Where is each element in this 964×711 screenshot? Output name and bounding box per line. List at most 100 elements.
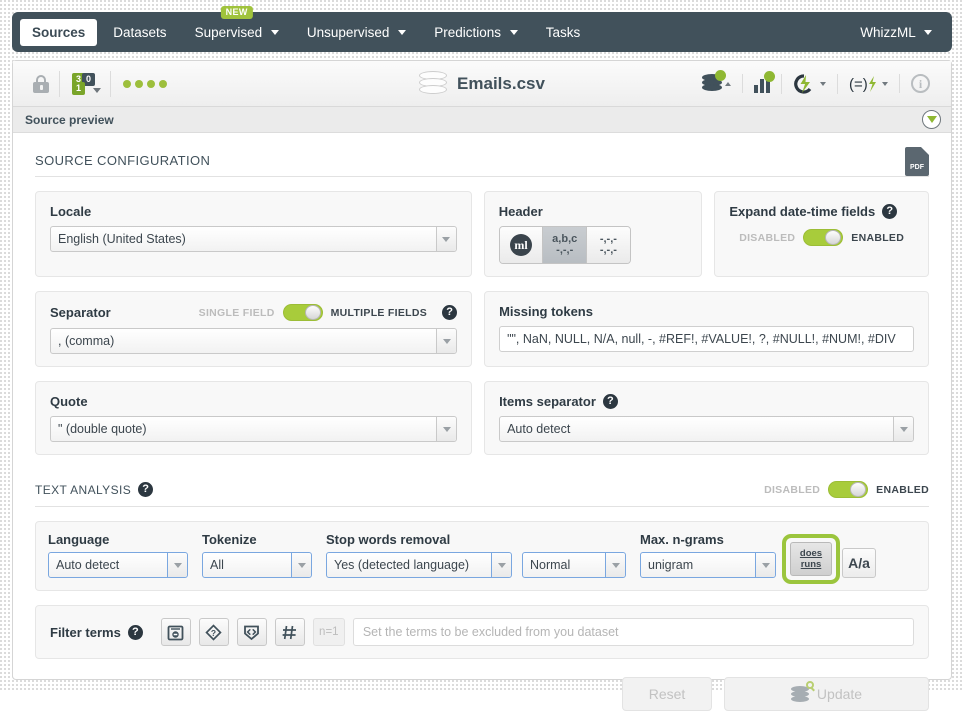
chevron-down-icon — [436, 417, 457, 441]
database-gear-icon — [702, 70, 726, 93]
missing-tokens-input[interactable]: "", NaN, NULL, N/A, null, -, #REF!, #VAL… — [499, 326, 914, 352]
nav-item-whizzml[interactable]: WhizzML — [848, 19, 944, 46]
header-option-bottom: -,-,- — [599, 244, 617, 256]
header-option-no-header[interactable]: -,-,- -,-,- — [586, 227, 630, 263]
stop-words-select[interactable]: Yes (detected language) — [326, 552, 512, 578]
quote-value: " (double quote) — [58, 422, 147, 436]
quote-select[interactable]: " (double quote) — [50, 416, 458, 442]
source-configuration-header: SOURCE CONFIGURATION PDF — [35, 147, 929, 177]
toggle-off-label: DISABLED — [739, 231, 796, 244]
nav-item-sources[interactable]: Sources — [20, 18, 98, 46]
nav-item-unsupervised[interactable]: Unsupervised — [295, 19, 418, 46]
bar-chart-gear-icon — [754, 71, 775, 93]
nav-item-predictions[interactable]: Predictions — [422, 19, 530, 46]
chevron-down-icon — [491, 553, 511, 577]
export-pdf-button[interactable]: PDF — [905, 147, 929, 176]
header-segmented-control: ml a,b,c -,-,- -,-,- -,-,- — [498, 226, 631, 264]
stop-words-strength-select[interactable]: Normal — [522, 552, 626, 578]
expand-datetime-text: Expand date-time fields — [729, 204, 876, 219]
text-analysis-toggle[interactable] — [828, 481, 869, 498]
stemming-line-1: does — [799, 548, 823, 559]
stop-words-col: Stop words removal Yes (detected languag… — [326, 532, 626, 578]
nav-item-label: Tasks — [545, 24, 581, 40]
text-analysis-header: TEXT ANALYSIS ? DISABLED ENABLED — [35, 481, 929, 507]
numeric-terms-filter-button[interactable] — [274, 618, 305, 646]
update-button[interactable]: Update — [724, 677, 929, 711]
unknown-terms-filter-button[interactable]: ? — [198, 618, 229, 646]
form-footer: Reset Update — [35, 677, 929, 711]
header-option-with-header[interactable]: a,b,c -,-,- — [542, 227, 587, 263]
missing-tokens-value: "", NaN, NULL, N/A, null, -, #REF!, #VAL… — [507, 332, 896, 346]
chevron-up-icon — [725, 81, 731, 86]
info-button[interactable]: i — [899, 74, 941, 93]
nav-item-tasks[interactable]: Tasks — [534, 19, 593, 46]
stop-words-label: Stop words removal — [326, 532, 451, 547]
header-option-auto[interactable]: ml — [499, 227, 543, 263]
svg-text:?: ? — [211, 628, 216, 638]
tokenize-col: Tokenize All — [202, 532, 312, 578]
stopwords-filter-button[interactable] — [160, 618, 191, 646]
items-separator-card: Items separator ? Auto detect — [484, 381, 929, 455]
stopwords-filter-icon — [167, 625, 184, 640]
chart-button[interactable] — [742, 71, 781, 93]
help-icon[interactable]: ? — [127, 624, 143, 640]
field-types-icon[interactable]: 3 0 1 — [70, 72, 101, 95]
help-icon[interactable]: ? — [882, 204, 898, 219]
chevron-down-icon — [509, 30, 518, 36]
tokenize-label: Tokenize — [202, 532, 257, 547]
separator-card: Separator SINGLE FIELD MULTIPLE FIELDS ?… — [35, 291, 473, 367]
nav-item-datasets[interactable]: Datasets — [101, 19, 178, 46]
html-tags-filter-button[interactable] — [236, 618, 267, 646]
tokenize-select[interactable]: All — [202, 552, 312, 578]
items-separator-text: Items separator — [499, 394, 596, 409]
expand-datetime-toggle-wrap: DISABLED ENABLED — [729, 229, 914, 246]
language-value: Auto detect — [56, 558, 120, 572]
expand-preview-button[interactable] — [922, 110, 941, 129]
max-ngrams-col: Max. n-grams unigram — [640, 532, 776, 578]
max-ngrams-label: Max. n-grams — [640, 532, 724, 547]
status-dots — [123, 79, 167, 88]
numeric-terms-filter-icon — [282, 625, 297, 639]
resource-actions: (=) i — [691, 70, 941, 94]
stemming-button[interactable]: does runs — [790, 542, 832, 576]
separator-toggle[interactable] — [282, 304, 323, 321]
filter-terms-text: Filter terms — [50, 624, 121, 640]
help-icon[interactable]: ? — [138, 482, 154, 497]
script-button[interactable]: (=) — [837, 73, 899, 94]
filter-terms-input[interactable]: Set the terms to be excluded from you da… — [352, 618, 914, 646]
case-button-label: A/a — [848, 555, 870, 571]
language-select[interactable]: Auto detect — [48, 552, 188, 578]
text-analysis-toggle-wrap: DISABLED ENABLED — [764, 481, 929, 498]
database-icon — [419, 70, 448, 97]
max-ngrams-select[interactable]: unigram — [640, 552, 776, 578]
create-dataset-button[interactable] — [691, 70, 742, 93]
separator-select[interactable]: , (comma) — [50, 328, 458, 354]
batch-button[interactable] — [781, 73, 837, 94]
expand-datetime-toggle[interactable] — [803, 229, 844, 246]
bigml-logo-icon: ml — [510, 234, 533, 256]
case-sensitivity-button[interactable]: A/a — [842, 548, 876, 578]
items-separator-select[interactable]: Auto detect — [499, 416, 914, 442]
toggle-off-label: SINGLE FIELD — [198, 306, 275, 319]
info-icon: i — [911, 74, 930, 93]
help-icon[interactable]: ? — [442, 305, 458, 320]
toolbar-divider — [110, 70, 111, 97]
toggle-on-label: ENABLED — [876, 483, 929, 496]
database-search-icon — [790, 680, 814, 703]
lock-icon[interactable] — [33, 74, 49, 93]
filter-terms-card: Filter terms ? ? n=1 Set the terms to be… — [35, 605, 929, 659]
max-ngrams-value: unigram — [648, 558, 694, 572]
chevron-down-icon — [924, 30, 932, 36]
quote-card: Quote " (double quote) — [35, 381, 473, 455]
update-button-label: Update — [816, 686, 863, 702]
header-card: Header ml a,b,c -,-,- -,-,- -,-,- — [483, 191, 703, 277]
locale-select[interactable]: English (United States) — [50, 226, 457, 252]
reset-button[interactable]: Reset — [622, 677, 712, 711]
chevron-down-icon — [435, 227, 456, 251]
chevron-down-icon — [167, 553, 187, 577]
chevron-down-icon — [436, 329, 457, 353]
source-preview-label: Source preview — [25, 112, 114, 127]
categorical-fields-count: 1 — [72, 81, 85, 95]
nav-item-supervised[interactable]: NEW Supervised — [183, 5, 291, 46]
help-icon[interactable]: ? — [602, 394, 618, 409]
